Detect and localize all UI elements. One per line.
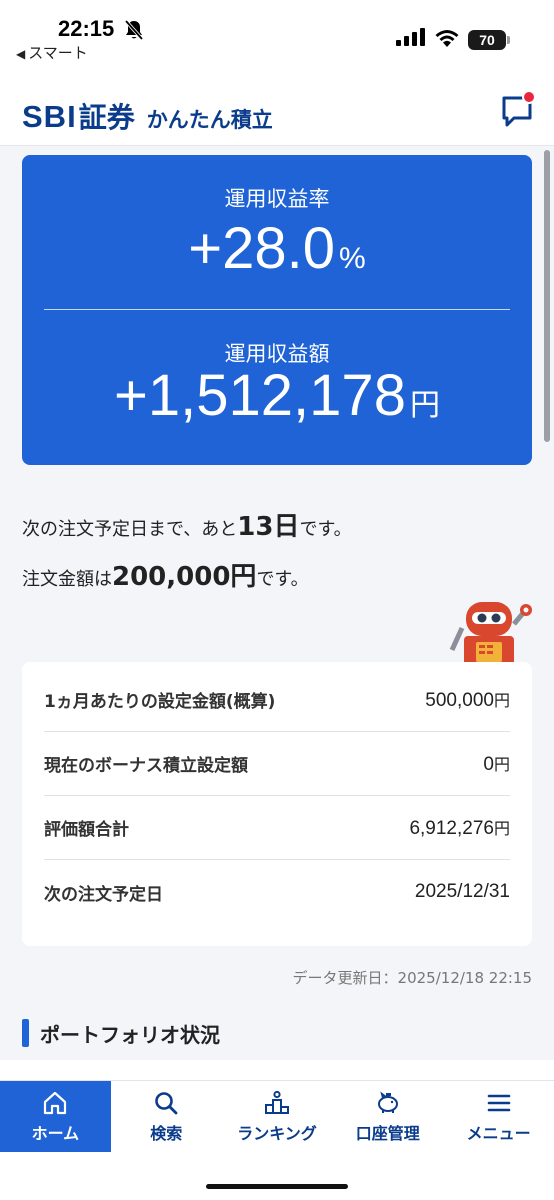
return-amount-unit: 円: [409, 389, 440, 422]
home-indicator-area: [0, 1152, 554, 1200]
info-number: 6,912,276: [409, 818, 494, 839]
info-number: 500,000: [425, 690, 494, 711]
home-icon: [44, 1091, 67, 1114]
nav-label: ホーム: [31, 1123, 80, 1143]
order-amount-notice: 注文金額は200,000円です。: [22, 556, 309, 593]
info-unit: 円: [493, 819, 510, 838]
battery-indicator: 70: [468, 30, 506, 50]
nav-item-home[interactable]: ホーム: [0, 1081, 111, 1152]
return-rate-number: +28.0: [188, 216, 336, 281]
nav-label: ランキング: [237, 1123, 317, 1143]
nav-item-ranking[interactable]: ランキング: [222, 1081, 333, 1152]
back-triangle-icon: ◀: [16, 47, 26, 61]
info-value: 2025/12/31: [415, 881, 510, 903]
ranking-icon: [264, 1090, 289, 1114]
back-to-app-link[interactable]: ◀ スマート: [16, 42, 88, 63]
battery-tip: [507, 36, 510, 44]
info-label: 現在のボーナス積立設定額: [44, 756, 248, 776]
wifi-icon: [435, 30, 459, 47]
logo-service-name: かんたん積立: [146, 108, 273, 132]
days-remaining: 13日: [237, 512, 300, 542]
return-rate-value: +28.0%: [22, 215, 532, 282]
order-amount: 200,000円: [112, 562, 257, 592]
summary-divider: [44, 309, 510, 310]
info-unit: 円: [493, 755, 510, 774]
info-row-bonus-amount: 現在のボーナス積立設定額 0円: [44, 732, 510, 796]
return-amount-value: +1,512,178 円: [22, 362, 532, 429]
data-updated-timestamp: データ更新日：2025/12/18 22:15: [292, 969, 532, 987]
logo-shoken: 証券: [78, 101, 135, 134]
info-label: 評価額合計: [44, 820, 129, 840]
notice1-post: です。: [299, 519, 352, 540]
info-label: 次の注文予定日: [44, 884, 163, 905]
info-value: 0円: [483, 751, 510, 776]
info-value: 6,912,276円: [409, 815, 510, 840]
scrollbar-thumb[interactable]: [544, 150, 550, 442]
return-summary-card: 運用収益率 +28.0% 運用収益額 +1,512,178 円: [22, 155, 532, 465]
return-rate-unit: %: [339, 242, 366, 275]
portfolio-content-edge: [0, 1060, 554, 1080]
menu-icon: [487, 1094, 510, 1111]
logo-sbi: SBI: [22, 99, 77, 134]
home-indicator[interactable]: [206, 1184, 348, 1189]
notice2-post: です。: [256, 569, 309, 590]
info-row-monthly-amount: 1ヵ月あたりの設定金額(概算) 500,000円: [44, 668, 510, 732]
nav-label: メニュー: [466, 1123, 531, 1143]
nav-label: 検索: [150, 1123, 183, 1143]
notification-dot: [522, 90, 536, 104]
robot-mascot-icon: [449, 602, 532, 666]
notice1-pre: 次の注文予定日まで、あと: [22, 519, 238, 540]
portfolio-section-heading: ポートフォリオ状況: [22, 1018, 220, 1048]
return-amount-number: +1,512,178: [114, 363, 406, 428]
sbi-logo[interactable]: SBI証券 かんたん積立: [22, 96, 273, 136]
info-value: 500,000円: [425, 687, 510, 712]
return-rate-label: 運用収益率: [224, 187, 330, 211]
info-unit: 円: [493, 691, 510, 710]
info-row-total-valuation: 評価額合計 6,912,276円: [44, 796, 510, 860]
plan-info-card: 1ヵ月あたりの設定金額(概算) 500,000円 現在のボーナス積立設定額 0円…: [22, 662, 532, 946]
status-time: 22:15: [58, 16, 115, 41]
info-label: 1ヵ月あたりの設定金額(概算): [44, 692, 276, 712]
info-number: 0: [483, 754, 494, 775]
next-order-days-notice: 次の注文予定日まで、あと13日です。: [22, 506, 352, 543]
bottom-navigation: ホーム 検索 ランキング 口座管理 メニュー: [0, 1080, 554, 1152]
nav-label: 口座管理: [355, 1123, 420, 1143]
nav-item-search[interactable]: 検索: [111, 1081, 222, 1152]
cellular-signal-icon: [396, 28, 425, 46]
piggy-bank-icon: [377, 1091, 398, 1113]
info-number: 2025/12/31: [414, 881, 510, 902]
section-accent-bar: [22, 1019, 29, 1047]
section-title-text: ポートフォリオ状況: [40, 1022, 220, 1047]
app-header: SBI証券 かんたん積立: [0, 68, 554, 146]
nav-item-menu[interactable]: メニュー: [443, 1081, 554, 1152]
nav-item-account[interactable]: 口座管理: [332, 1081, 443, 1152]
search-icon: [155, 1091, 178, 1114]
status-bar: 22:15 ◀ スマート 70: [0, 0, 554, 68]
back-app-label: スマート: [28, 44, 88, 62]
notice2-pre: 注文金額は: [22, 569, 112, 590]
bell-off-icon: [124, 19, 144, 41]
info-row-next-order-date: 次の注文予定日 2025/12/31: [44, 860, 510, 924]
